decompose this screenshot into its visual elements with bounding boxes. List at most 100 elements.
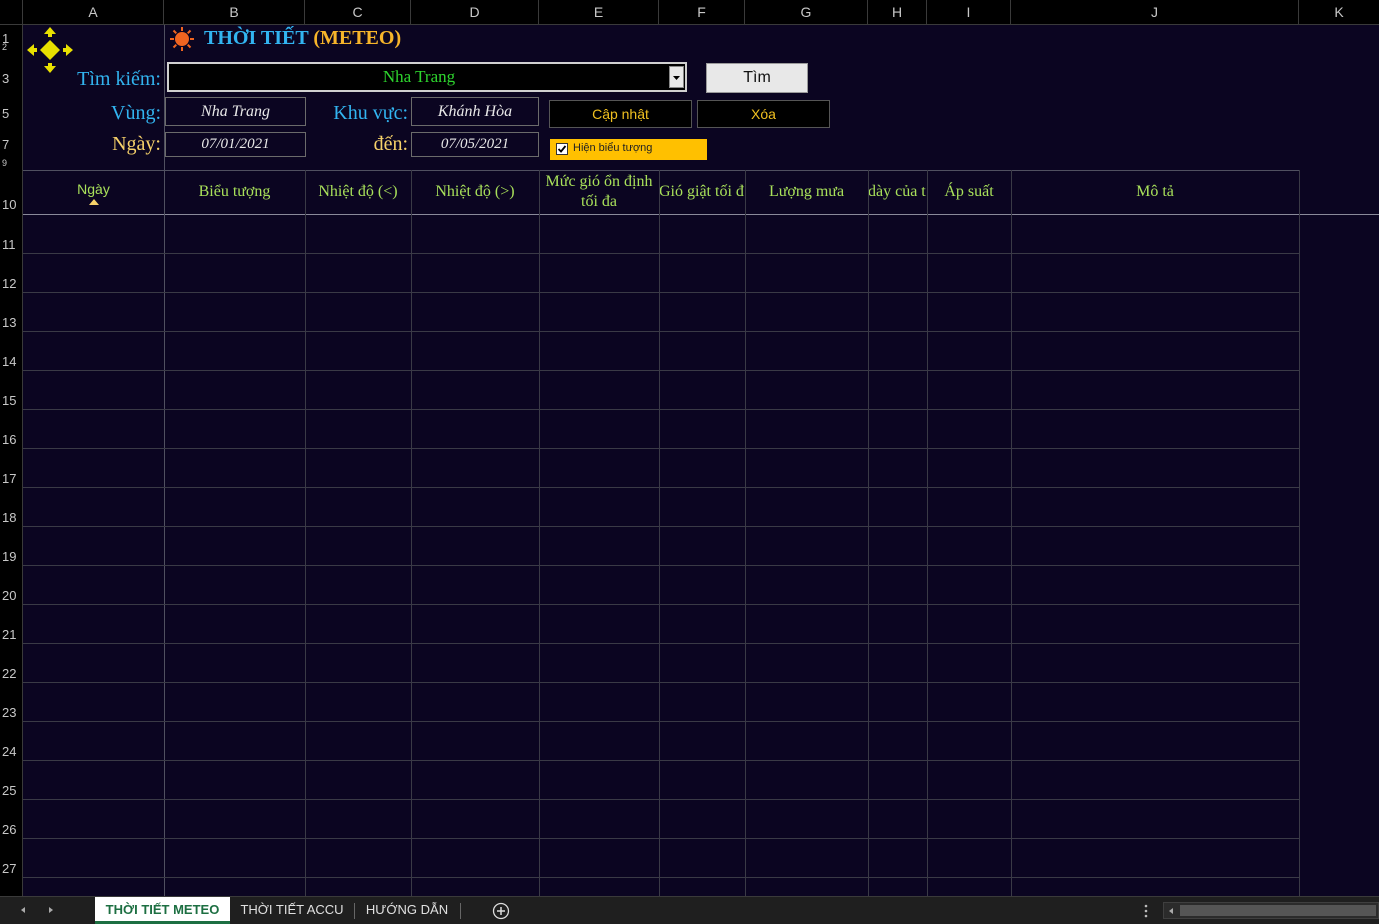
column-header-d[interactable]: D bbox=[411, 0, 539, 25]
date-from-field[interactable]: 07/01/2021 bbox=[165, 132, 306, 157]
table-header-temp-low[interactable]: Nhiệt độ (<) bbox=[305, 171, 411, 213]
grid-line bbox=[23, 643, 1299, 644]
row-header[interactable]: 26 bbox=[0, 822, 23, 837]
tab-thoi-tiet-accu[interactable]: THỜI TIẾT ACCU bbox=[232, 897, 352, 924]
grid-line bbox=[23, 526, 1299, 527]
column-header-b[interactable]: B bbox=[164, 0, 305, 25]
more-options-icon[interactable] bbox=[1143, 904, 1149, 918]
grid-line bbox=[23, 721, 1299, 722]
grid-line bbox=[23, 292, 1299, 293]
row-header[interactable]: 23 bbox=[0, 705, 23, 720]
table-header-temp-high[interactable]: Nhiệt độ (>) bbox=[411, 171, 539, 213]
add-sheet-icon[interactable] bbox=[492, 902, 510, 920]
row-header[interactable]: 13 bbox=[0, 315, 23, 330]
date-to-field[interactable]: 07/05/2021 bbox=[411, 132, 539, 157]
column-header-k[interactable]: K bbox=[1299, 0, 1379, 25]
row-header[interactable]: 16 bbox=[0, 432, 23, 447]
table-header-pressure[interactable]: Áp suất bbox=[927, 171, 1011, 213]
tab-divider bbox=[354, 903, 355, 919]
grid-line bbox=[1299, 170, 1300, 896]
title-prefix: THỜI TIẾT bbox=[204, 27, 309, 49]
column-header-e[interactable]: E bbox=[539, 0, 659, 25]
row-header[interactable]: 22 bbox=[0, 666, 23, 681]
title-suffix: (METEO) bbox=[313, 27, 402, 49]
row-header[interactable]: 3 bbox=[0, 71, 23, 86]
grid-line bbox=[539, 170, 540, 896]
grid-line bbox=[927, 170, 928, 896]
row-header[interactable]: 17 bbox=[0, 471, 23, 486]
row-header[interactable]: 19 bbox=[0, 549, 23, 564]
grid-line bbox=[23, 682, 1299, 683]
grid-line bbox=[23, 604, 1299, 605]
scroll-left-icon[interactable] bbox=[18, 905, 28, 915]
column-header-i[interactable]: I bbox=[927, 0, 1011, 25]
grid-line bbox=[659, 170, 660, 896]
sun-icon bbox=[170, 27, 194, 51]
search-button[interactable]: Tìm bbox=[706, 63, 808, 93]
grid-line bbox=[23, 409, 1299, 410]
row-header[interactable]: 20 bbox=[0, 588, 23, 603]
horizontal-scrollbar[interactable] bbox=[1163, 902, 1379, 919]
row-header[interactable]: 12 bbox=[0, 276, 23, 291]
select-all-corner[interactable] bbox=[0, 0, 23, 25]
column-header-f[interactable]: F bbox=[659, 0, 745, 25]
table-header-date-label: Ngày bbox=[77, 181, 110, 197]
show-icons-checkbox[interactable]: Hiện biểu tượng bbox=[550, 139, 707, 160]
sheet-tab-bar: THỜI TIẾT METEO THỜI TIẾT ACCU HƯỚNG DẪN bbox=[0, 896, 1379, 924]
row-header[interactable]: 10 bbox=[0, 197, 23, 212]
grid-line bbox=[1011, 170, 1012, 896]
column-header-a[interactable]: A bbox=[23, 0, 164, 25]
grid-line bbox=[23, 487, 1299, 488]
grid-line bbox=[411, 170, 412, 896]
checkbox-box[interactable] bbox=[556, 143, 568, 155]
search-value: Nha Trang bbox=[382, 67, 456, 86]
sheet-area[interactable]: THỜI TIẾT (METEO) Tìm kiếm: Nha Trang Tì… bbox=[23, 25, 1379, 896]
grid-line bbox=[23, 565, 1299, 566]
grid-line bbox=[868, 170, 869, 896]
tab-thoi-tiet-meteo[interactable]: THỜI TIẾT METEO bbox=[95, 897, 230, 924]
row-header[interactable]: 27 bbox=[0, 861, 23, 876]
search-combobox[interactable]: Nha Trang bbox=[167, 62, 687, 92]
row-header[interactable]: 7 bbox=[0, 137, 23, 152]
dropdown-button[interactable] bbox=[669, 66, 684, 88]
page-title: THỜI TIẾT (METEO) bbox=[204, 27, 401, 50]
column-header-j[interactable]: J bbox=[1011, 0, 1299, 25]
row-header[interactable]: 9 bbox=[0, 158, 23, 168]
show-icons-label: Hiện biểu tượng bbox=[573, 142, 653, 154]
row-header[interactable]: 2 bbox=[0, 42, 23, 52]
row-header[interactable]: 5 bbox=[0, 106, 23, 121]
table-header-icon[interactable]: Biểu tượng bbox=[164, 171, 305, 213]
grid-line bbox=[23, 331, 1299, 332]
table-header-description[interactable]: Mô tả bbox=[1011, 171, 1299, 213]
row-header[interactable]: 15 bbox=[0, 393, 23, 408]
table-header-wind-gust[interactable]: Gió giật tối đ bbox=[659, 171, 745, 213]
scrollbar-thumb[interactable] bbox=[1180, 905, 1376, 916]
row-header[interactable]: 25 bbox=[0, 783, 23, 798]
table-header-date[interactable]: Ngày bbox=[23, 171, 164, 213]
grid-line bbox=[23, 760, 1299, 761]
grid-line bbox=[23, 838, 1299, 839]
column-header-g[interactable]: G bbox=[745, 0, 868, 25]
row-header[interactable]: 24 bbox=[0, 744, 23, 759]
chevron-down-icon bbox=[673, 76, 680, 80]
update-button[interactable]: Cập nhật bbox=[549, 100, 692, 128]
date-label: Ngày: bbox=[112, 133, 161, 155]
tab-huong-dan[interactable]: HƯỚNG DẪN bbox=[357, 897, 457, 924]
region-field[interactable]: Nha Trang bbox=[165, 97, 306, 126]
area-field[interactable]: Khánh Hòa bbox=[411, 97, 539, 126]
row-header[interactable]: 11 bbox=[0, 237, 23, 252]
row-header[interactable]: 14 bbox=[0, 354, 23, 369]
column-headers: A B C D E F G H I J K bbox=[0, 0, 1379, 25]
table-header-rainfall[interactable]: Lượng mưa bbox=[745, 171, 868, 213]
row-header[interactable]: 21 bbox=[0, 627, 23, 642]
table-header-thickness[interactable]: dày của t bbox=[868, 171, 927, 213]
scrollbar-left-arrow-icon[interactable] bbox=[1166, 906, 1176, 916]
row-header[interactable]: 18 bbox=[0, 510, 23, 525]
clear-button[interactable]: Xóa bbox=[697, 100, 830, 128]
column-header-c[interactable]: C bbox=[305, 0, 411, 25]
grid-line bbox=[305, 170, 306, 896]
table-header-wind-speed[interactable]: Mức gió ổn định tối đa bbox=[539, 171, 659, 213]
scroll-right-icon[interactable] bbox=[46, 905, 56, 915]
column-header-h[interactable]: H bbox=[868, 0, 927, 25]
grid-line bbox=[164, 25, 165, 896]
